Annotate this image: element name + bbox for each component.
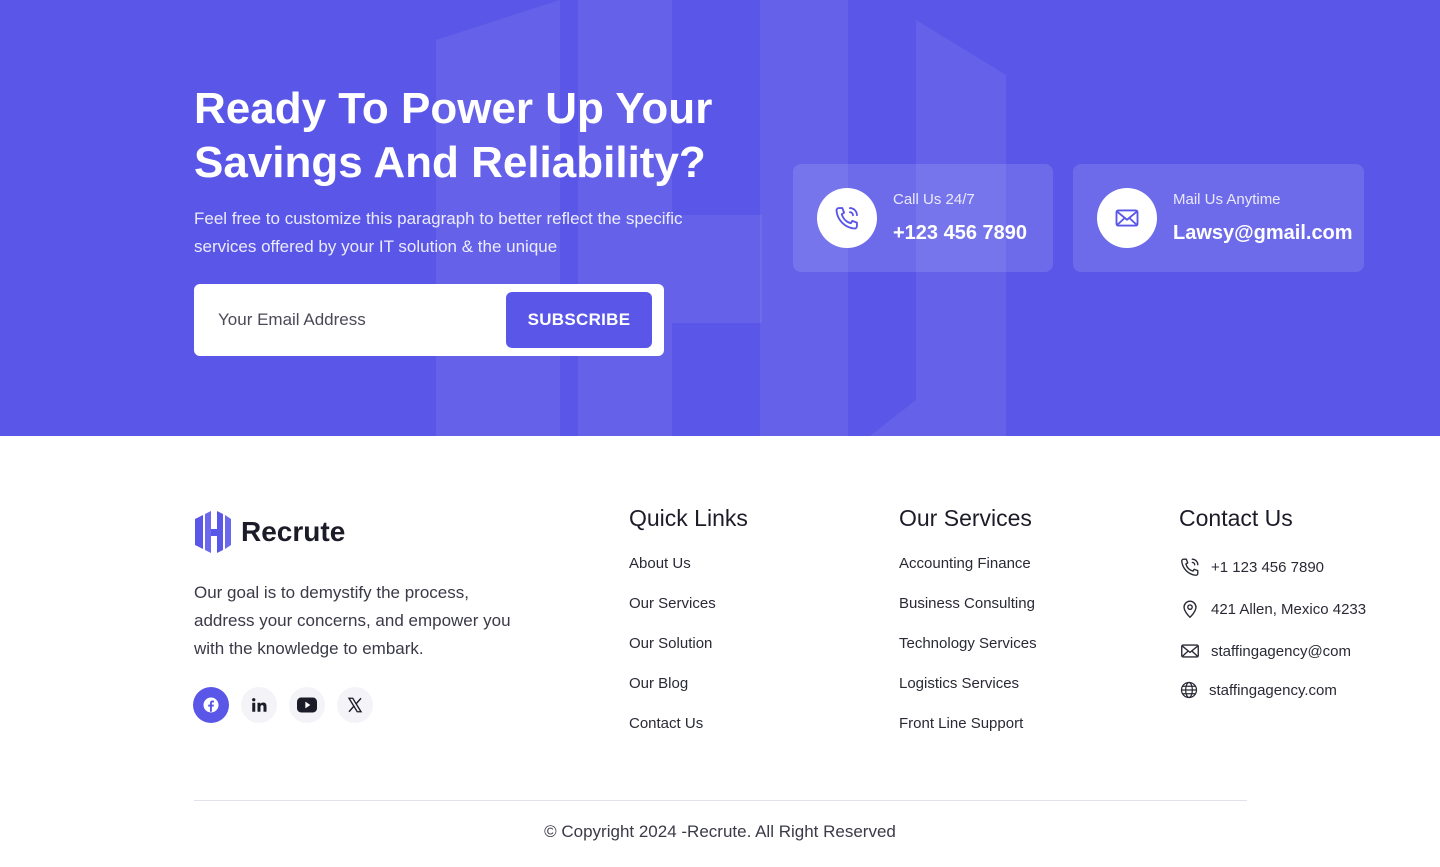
globe-icon [1180, 681, 1198, 699]
service-link-logistics[interactable]: Logistics Services [899, 672, 1037, 712]
mail-icon [1181, 644, 1199, 658]
contact-email[interactable]: staffingagency@com [1179, 640, 1351, 662]
quick-link-about[interactable]: About Us [629, 552, 716, 592]
cta-description: Feel free to customize this paragraph to… [194, 209, 683, 256]
mail-address[interactable]: Lawsy@gmail.com [1173, 222, 1353, 245]
youtube-icon[interactable] [289, 687, 325, 723]
about-text: Our goal is to demystify the process, ad… [194, 583, 511, 658]
brand[interactable]: Recrute [193, 511, 345, 553]
subscribe-form: SUBSCRIBE [194, 284, 664, 356]
social-links [193, 687, 385, 723]
call-label: Call Us 24/7 [893, 191, 975, 208]
quick-link-services[interactable]: Our Services [629, 592, 716, 632]
subscribe-button[interactable]: SUBSCRIBE [506, 292, 652, 348]
cta-title: Ready To Power Up Your Savings And Relia… [194, 84, 713, 187]
mail-label: Mail Us Anytime [1173, 191, 1281, 208]
call-number[interactable]: +123 456 7890 [893, 222, 1027, 245]
contact-email-text: staffingagency@com [1211, 642, 1352, 660]
contact-phone-text: +1 123 456 7890 [1211, 558, 1325, 576]
service-link-consulting[interactable]: Business Consulting [899, 592, 1037, 632]
phone-icon [817, 188, 877, 248]
call-card[interactable]: Call Us 24/7 +123 456 7890 [793, 164, 1053, 272]
email-input[interactable] [194, 284, 494, 356]
quick-links-list: About Us Our Services Our Solution Our B… [629, 552, 716, 752]
quick-links-title: Quick Links [629, 505, 748, 531]
contact-phone[interactable]: +1 123 456 7890 [1179, 556, 1324, 578]
contact-title: Contact Us [1179, 505, 1293, 531]
quick-link-solution[interactable]: Our Solution [629, 632, 716, 672]
facebook-icon[interactable] [193, 687, 229, 723]
service-link-accounting[interactable]: Accounting Finance [899, 552, 1037, 592]
footer-divider [194, 800, 1247, 801]
quick-link-blog[interactable]: Our Blog [629, 672, 716, 712]
copyright-text: © Copyright 2024 -Recrute. All Right Res… [544, 822, 896, 841]
cta-section: Ready To Power Up Your Savings And Relia… [0, 0, 1440, 436]
mail-card[interactable]: Mail Us Anytime Lawsy@gmail.com [1073, 164, 1364, 272]
quick-link-contact[interactable]: Contact Us [629, 712, 716, 752]
contact-address: 421 Allen, Mexico 4233 [1179, 598, 1366, 620]
brand-name: Recrute [241, 516, 346, 547]
x-icon[interactable] [337, 687, 373, 723]
contact-address-text: 421 Allen, Mexico 4233 [1211, 600, 1367, 618]
services-title: Our Services [899, 505, 1032, 531]
service-link-technology[interactable]: Technology Services [899, 632, 1037, 672]
recrute-logo-icon [195, 511, 231, 553]
services-list: Accounting Finance Business Consulting T… [899, 552, 1037, 752]
contact-website-text: staffingagency.com [1209, 681, 1337, 699]
contact-website[interactable]: staffingagency.com [1179, 680, 1337, 700]
location-pin-icon [1183, 600, 1197, 619]
mail-icon [1097, 188, 1157, 248]
linkedin-icon[interactable] [241, 687, 277, 723]
service-link-support[interactable]: Front Line Support [899, 712, 1037, 752]
phone-icon [1181, 558, 1199, 576]
